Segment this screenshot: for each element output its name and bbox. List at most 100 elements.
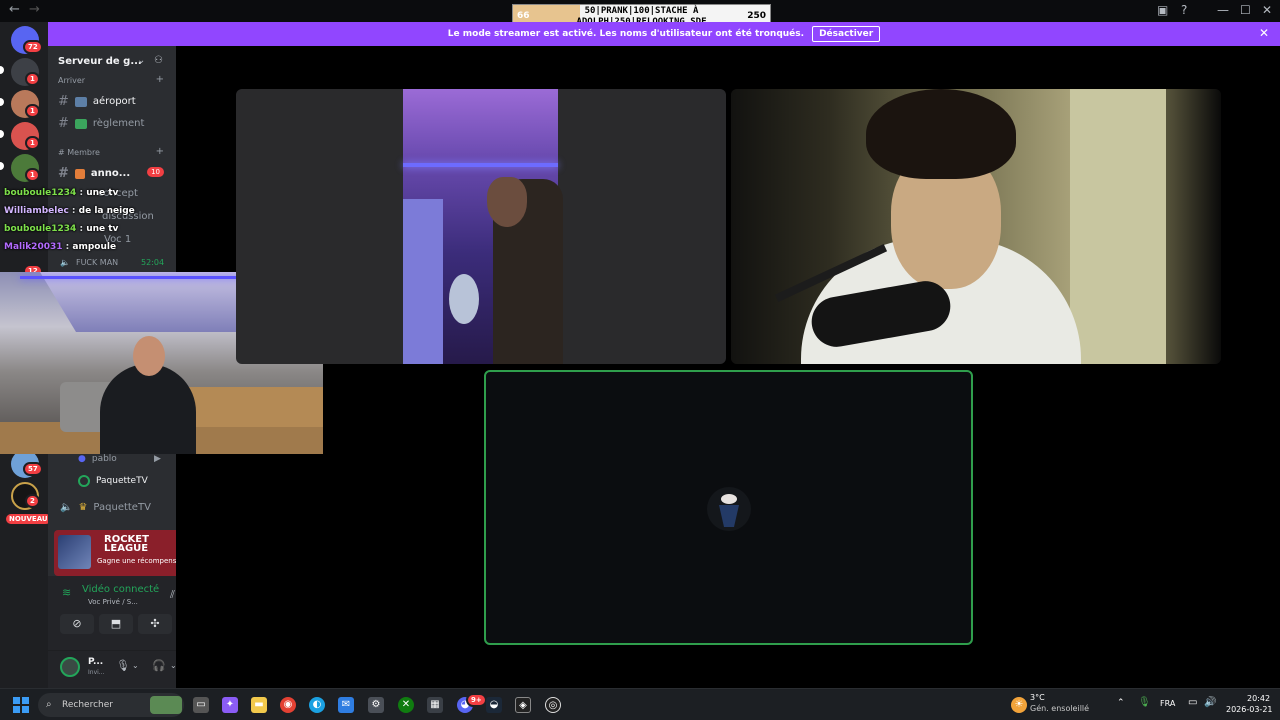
app-window: ← → ▣ ? — ☐ ✕ 72 1 1 1 1 12 57 2 NOUVEAU… bbox=[0, 0, 1280, 720]
weather-desc: Gén. ensoleillé bbox=[1030, 704, 1090, 713]
username: P... bbox=[88, 657, 104, 667]
steam-icon[interactable]: ◒ bbox=[486, 697, 502, 713]
fan bbox=[449, 274, 479, 324]
voice-channel-name[interactable]: Voc Privé / S... bbox=[88, 598, 138, 606]
voice-user-pablo[interactable]: ● pablo ▶ bbox=[78, 454, 161, 464]
outlook-icon[interactable]: ✉ bbox=[338, 697, 354, 713]
server-badge: 1 bbox=[25, 104, 40, 118]
chevron-down-icon[interactable]: ⌄ bbox=[170, 661, 176, 670]
streamer-mode-banner: Le mode streamer est activé. Les noms d'… bbox=[48, 22, 1280, 46]
promo-art bbox=[58, 535, 91, 569]
volume-icon[interactable]: 🔊 bbox=[1204, 697, 1216, 708]
minimize-icon[interactable]: — bbox=[1217, 3, 1229, 17]
server-badge: 1 bbox=[25, 168, 40, 182]
clock-date[interactable]: 2026-03-21 bbox=[1226, 705, 1273, 714]
task-view-icon[interactable]: ▭ bbox=[193, 697, 209, 713]
server-badge: 1 bbox=[25, 136, 40, 150]
chevron-up-icon[interactable]: ⌃ bbox=[1117, 698, 1125, 708]
user-avatar[interactable] bbox=[60, 657, 80, 677]
server-badge: 57 bbox=[23, 462, 43, 476]
camera-icon: ▶ bbox=[154, 454, 161, 464]
channel-annonces[interactable]: # anno... bbox=[58, 166, 130, 181]
hash-icon: # bbox=[58, 166, 69, 181]
rocket-league-promo[interactable]: ROCKET LEAGUE Gagne une récompense ! bbox=[54, 530, 176, 576]
check-icon bbox=[74, 118, 87, 129]
microphone-icon[interactable]: 🎙 bbox=[116, 659, 130, 672]
chevron-down-icon[interactable]: ⌄ bbox=[132, 661, 139, 670]
unread-pip bbox=[0, 162, 4, 170]
category-membre[interactable]: # Membre bbox=[58, 148, 100, 157]
goal-text-line1: 50|PRANK|100|STACHE À bbox=[584, 6, 699, 16]
add-member-icon[interactable]: ⚇ bbox=[154, 55, 163, 66]
server-name[interactable]: Serveur de g... bbox=[58, 56, 142, 67]
inbox-icon[interactable]: ▣ bbox=[1157, 3, 1168, 17]
noise-suppression-icon[interactable]: ⫽ bbox=[170, 588, 175, 602]
activities-button[interactable]: ✣ bbox=[138, 614, 172, 634]
close-window-icon[interactable]: ✕ bbox=[1262, 3, 1272, 17]
language-indicator[interactable]: FRA bbox=[1160, 699, 1175, 708]
participant-avatar bbox=[707, 487, 751, 531]
camera-off-button[interactable]: ⊘ bbox=[60, 614, 94, 634]
avatar bbox=[78, 475, 90, 487]
airplane-icon bbox=[74, 96, 87, 107]
voice-user-paquettetv[interactable]: PaquetteTV bbox=[78, 475, 148, 487]
channel-aeroport[interactable]: # aéroport bbox=[58, 94, 136, 109]
edge-icon[interactable]: ◐ bbox=[309, 697, 325, 713]
taskbar-search[interactable]: ⌕ Rechercher bbox=[38, 693, 184, 717]
windows-taskbar: ⌕ Rechercher ▭ ✦ ▬ ◉ ◐ ✉ ⚙ ✕ ▦ ◕ 9+ ◒ ◈ … bbox=[0, 688, 1280, 720]
weather-icon[interactable]: ☀ bbox=[1011, 697, 1027, 713]
screen-share-button[interactable]: ⬒ bbox=[99, 614, 133, 634]
voice-status: Vidéo connecté bbox=[82, 584, 160, 595]
add-channel-icon[interactable]: + bbox=[156, 146, 164, 157]
davinci-icon[interactable]: ◈ bbox=[515, 697, 531, 713]
headphones-icon[interactable]: 🎧 bbox=[152, 659, 166, 672]
voice-timer: 52:04 bbox=[141, 258, 165, 267]
network-icon[interactable]: ▭ bbox=[1188, 697, 1197, 708]
chat-message: bouboule1234 : une tv bbox=[4, 224, 119, 234]
hash-icon: # bbox=[58, 94, 69, 109]
windows-start-icon[interactable] bbox=[13, 697, 29, 713]
obs-icon[interactable]: ◎ bbox=[545, 697, 561, 713]
add-channel-icon[interactable]: + bbox=[156, 74, 164, 85]
store-icon[interactable]: ▦ bbox=[427, 697, 443, 713]
chat-message: bouboule1234 : une tv bbox=[4, 188, 119, 198]
video-tile-speaking[interactable] bbox=[484, 370, 973, 645]
server-badge: 1 bbox=[25, 72, 40, 86]
unread-pip bbox=[0, 66, 4, 74]
speaker-icon: 🔈 bbox=[60, 502, 73, 513]
channel-reglement[interactable]: # règlement bbox=[58, 116, 144, 131]
microphone-tray-icon[interactable]: 🎙 bbox=[1138, 697, 1151, 708]
voice-channel-paquettetv[interactable]: 🔈 ♛ PaquetteTV bbox=[60, 502, 151, 513]
file-explorer-icon[interactable]: ▬ bbox=[251, 697, 267, 713]
settings-icon[interactable]: ⚙ bbox=[368, 697, 384, 713]
video-tile-participant-2[interactable] bbox=[731, 89, 1221, 364]
clock-time[interactable]: 20:42 bbox=[1247, 694, 1270, 703]
xbox-icon[interactable]: ✕ bbox=[398, 697, 414, 713]
chat-message: Malik20031 : ampoule bbox=[4, 242, 117, 252]
maximize-icon[interactable]: ☐ bbox=[1240, 3, 1251, 17]
close-icon[interactable]: ✕ bbox=[1259, 26, 1269, 40]
signal-icon[interactable]: ≋ bbox=[62, 586, 71, 599]
streamer-head bbox=[133, 336, 165, 376]
chevron-down-icon[interactable]: ⌄ bbox=[137, 55, 145, 66]
voice-channel-live[interactable]: 🔈 FUCK MAN bbox=[60, 258, 118, 267]
unread-pip bbox=[0, 130, 4, 138]
back-arrow-icon[interactable]: ← bbox=[9, 2, 20, 17]
video-tile-participant-1[interactable] bbox=[236, 89, 726, 364]
home-badge: 72 bbox=[23, 40, 43, 54]
speaker-icon: 🔈 bbox=[60, 258, 70, 267]
forward-arrow-icon[interactable]: → bbox=[29, 2, 40, 17]
chrome-icon[interactable]: ◉ bbox=[280, 697, 296, 713]
disable-streamer-mode-button[interactable]: Désactiver bbox=[812, 26, 881, 42]
weather-temp: 3°C bbox=[1030, 693, 1045, 702]
streamer-body bbox=[100, 364, 196, 454]
video-feed bbox=[403, 89, 563, 364]
copilot-icon[interactable]: ✦ bbox=[222, 697, 238, 713]
unread-count-badge: 10 bbox=[147, 167, 164, 177]
chat-message: Williambelec : de la neige bbox=[4, 206, 135, 216]
hash-icon: # bbox=[58, 116, 69, 131]
discord-avatar-icon: ● bbox=[78, 454, 86, 464]
megaphone-icon bbox=[74, 168, 85, 179]
help-icon[interactable]: ? bbox=[1181, 3, 1187, 17]
category-arriver[interactable]: Arriver bbox=[58, 76, 85, 85]
